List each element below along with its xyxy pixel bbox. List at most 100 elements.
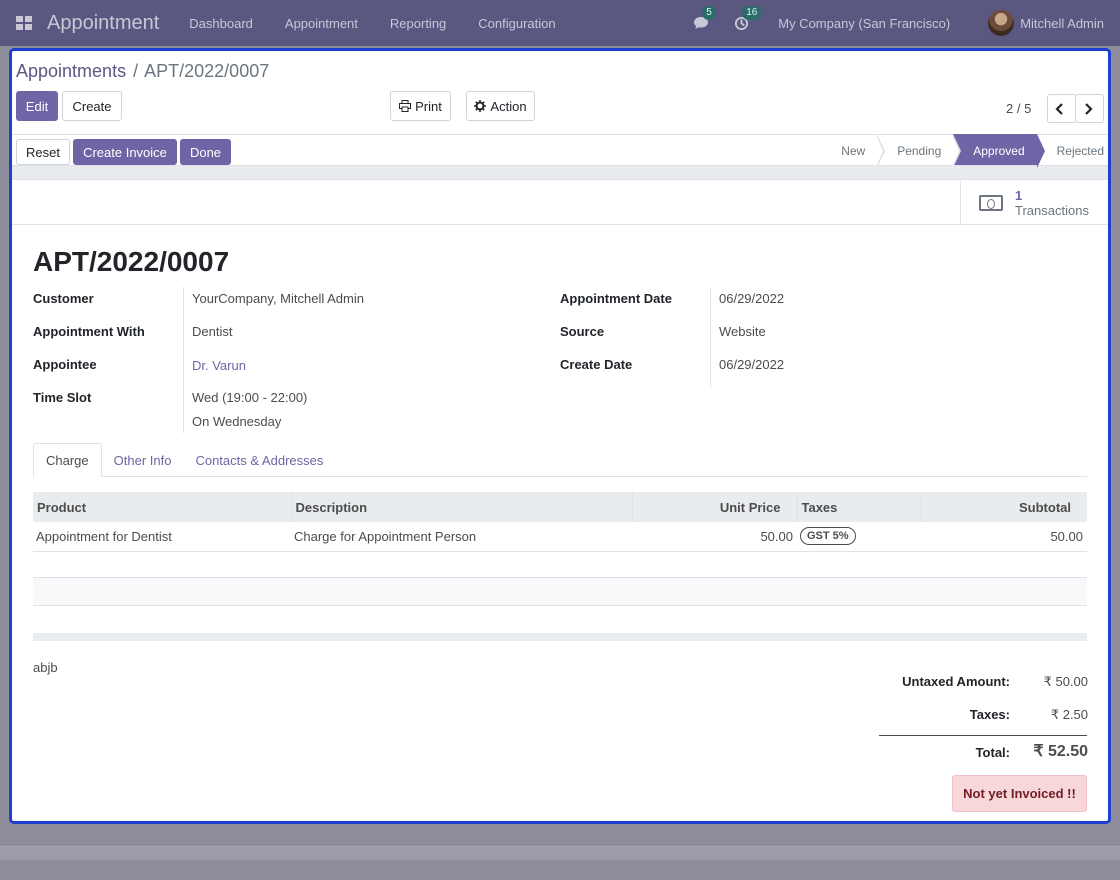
time-slot-label: Time Slot (33, 390, 92, 405)
avatar[interactable] (988, 10, 1015, 36)
table-row[interactable]: Appointment for Dentist Charge for Appoi… (33, 522, 1087, 552)
background-footer (0, 826, 1120, 880)
pager-next-button[interactable] (1075, 94, 1104, 123)
appointee-link[interactable]: Dr. Varun (192, 358, 246, 373)
line-description: Charge for Appointment Person (291, 522, 632, 552)
appointee-label: Appointee (33, 357, 97, 372)
printer-icon (399, 100, 412, 112)
taxes-value: ₹ 2.50 (1050, 707, 1088, 722)
create-button[interactable]: Create (62, 91, 122, 121)
stage-rejected[interactable]: Rejected (1037, 134, 1108, 168)
user-menu[interactable]: Mitchell Admin (1020, 16, 1104, 31)
notebook-tabs: Charge Other Info Contacts & Addresses (33, 443, 1087, 477)
tax-badge: GST 5% (800, 527, 856, 546)
print-button[interactable]: Print (390, 91, 451, 121)
transactions-count: 1 (1015, 188, 1023, 203)
source-label: Source (560, 324, 605, 339)
breadcrumb-current: APT/2022/0007 (144, 61, 270, 81)
company-switcher[interactable]: My Company (San Francisco) (778, 16, 950, 31)
navbar-systray: 5 16 My Company (San Francisco) Mitchell… (690, 0, 1120, 46)
menu-configuration[interactable]: Configuration (478, 16, 555, 31)
messages-button[interactable]: 5 (690, 6, 716, 34)
line-unit-price: 50.00 (632, 522, 797, 552)
time-slot-day: On Wednesday (192, 414, 282, 429)
sheet-top-band (12, 165, 1108, 180)
line-taxes: GST 5% (797, 522, 921, 552)
line-subtotal: 50.00 (921, 522, 1087, 552)
untaxed-amount-label: Untaxed Amount: (902, 674, 1010, 689)
transactions-smart-button[interactable]: 1 Transactions (960, 181, 1108, 225)
statusbar: New Pending Approved Rejected (821, 134, 1108, 168)
pager-value[interactable]: 2 / 5 (1006, 101, 1031, 116)
customer-label: Customer (33, 291, 94, 306)
empty-row (33, 550, 1087, 578)
gear-icon (474, 100, 487, 112)
stage-pending[interactable]: Pending (877, 134, 962, 168)
print-label: Print (415, 98, 442, 114)
untaxed-amount-value: ₹ 50.00 (1043, 674, 1088, 689)
menu-dashboard[interactable]: Dashboard (189, 16, 253, 31)
button-box: 1 Transactions (12, 181, 1108, 225)
app-title[interactable]: Appointment (47, 12, 159, 35)
tab-charge[interactable]: Charge (33, 443, 102, 477)
reset-button[interactable]: Reset (16, 139, 70, 165)
source-value: Website (719, 324, 766, 339)
appointment-with-label: Appointment With (33, 324, 145, 339)
taxes-label: Taxes: (969, 707, 1010, 722)
tab-contacts-addresses[interactable]: Contacts & Addresses (183, 443, 335, 477)
activities-button[interactable]: 16 (730, 6, 762, 34)
create-date-label: Create Date (560, 357, 633, 372)
appointment-date-label: Appointment Date (560, 291, 672, 306)
total-value: ₹ 52.50 (1033, 743, 1088, 760)
activities-count-badge: 16 (742, 6, 762, 20)
stage-new[interactable]: New (821, 134, 886, 168)
appointment-with-value: Dentist (192, 324, 233, 339)
totals-divider (879, 735, 1087, 736)
menu-reporting[interactable]: Reporting (390, 16, 446, 31)
chevron-right-icon (1084, 102, 1093, 115)
stage-pending-label: Pending (897, 144, 942, 158)
stage-rejected-label: Rejected (1056, 144, 1104, 158)
charge-lines-table: Product Description Unit Price Taxes Sub… (33, 492, 1087, 552)
total-label: Total: (975, 745, 1010, 760)
note-text: abjb (33, 660, 58, 675)
create-date-value: 06/29/2022 (719, 357, 785, 372)
create-invoice-button[interactable]: Create Invoice (73, 139, 177, 165)
table-footer (33, 633, 1087, 641)
chevron-left-icon (1054, 102, 1063, 115)
tab-other-info[interactable]: Other Info (102, 443, 184, 477)
transactions-label: Transactions (1015, 203, 1089, 218)
action-button[interactable]: Action (466, 91, 535, 121)
column-unit-price[interactable]: Unit Price (631, 492, 797, 522)
top-navbar: Appointment Dashboard Appointment Report… (0, 0, 1120, 46)
edit-button[interactable]: Edit (16, 91, 58, 121)
action-label: Action (490, 98, 527, 114)
messages-count-badge: 5 (702, 6, 716, 20)
column-subtotal[interactable]: Subtotal (920, 492, 1087, 522)
field-divider-left (183, 287, 184, 433)
pager-previous-button[interactable] (1047, 94, 1076, 123)
apps-menu-icon[interactable] (16, 16, 32, 30)
done-button[interactable]: Done (180, 139, 231, 165)
line-product: Appointment for Dentist (33, 522, 291, 552)
stage-new-label: New (841, 144, 866, 158)
menu-appointment[interactable]: Appointment (285, 16, 358, 31)
field-divider-right (710, 287, 711, 387)
invoice-status-badge: Not yet Invoiced !! (952, 775, 1087, 812)
breadcrumb-appointments[interactable]: Appointments (16, 61, 126, 81)
stage-approved[interactable]: Approved (953, 134, 1045, 168)
column-taxes[interactable]: Taxes (796, 492, 921, 522)
customer-value: YourCompany, Mitchell Admin (192, 291, 364, 306)
column-description[interactable]: Description (290, 492, 632, 522)
money-icon (979, 195, 1003, 211)
column-product[interactable]: Product (33, 492, 291, 522)
appointment-date-value: 06/29/2022 (719, 291, 785, 306)
breadcrumb-separator: / (133, 61, 139, 81)
record-title: APT/2022/0007 (33, 246, 230, 277)
breadcrumb: Appointments / APT/2022/0007 (16, 61, 269, 82)
form-view: Appointments / APT/2022/0007 Edit Create… (9, 48, 1111, 824)
empty-row (33, 578, 1087, 606)
time-slot-value: Wed (19:00 - 22:00) (192, 390, 308, 405)
stage-approved-label: Approved (973, 144, 1025, 158)
footer-stripe (0, 846, 1120, 860)
